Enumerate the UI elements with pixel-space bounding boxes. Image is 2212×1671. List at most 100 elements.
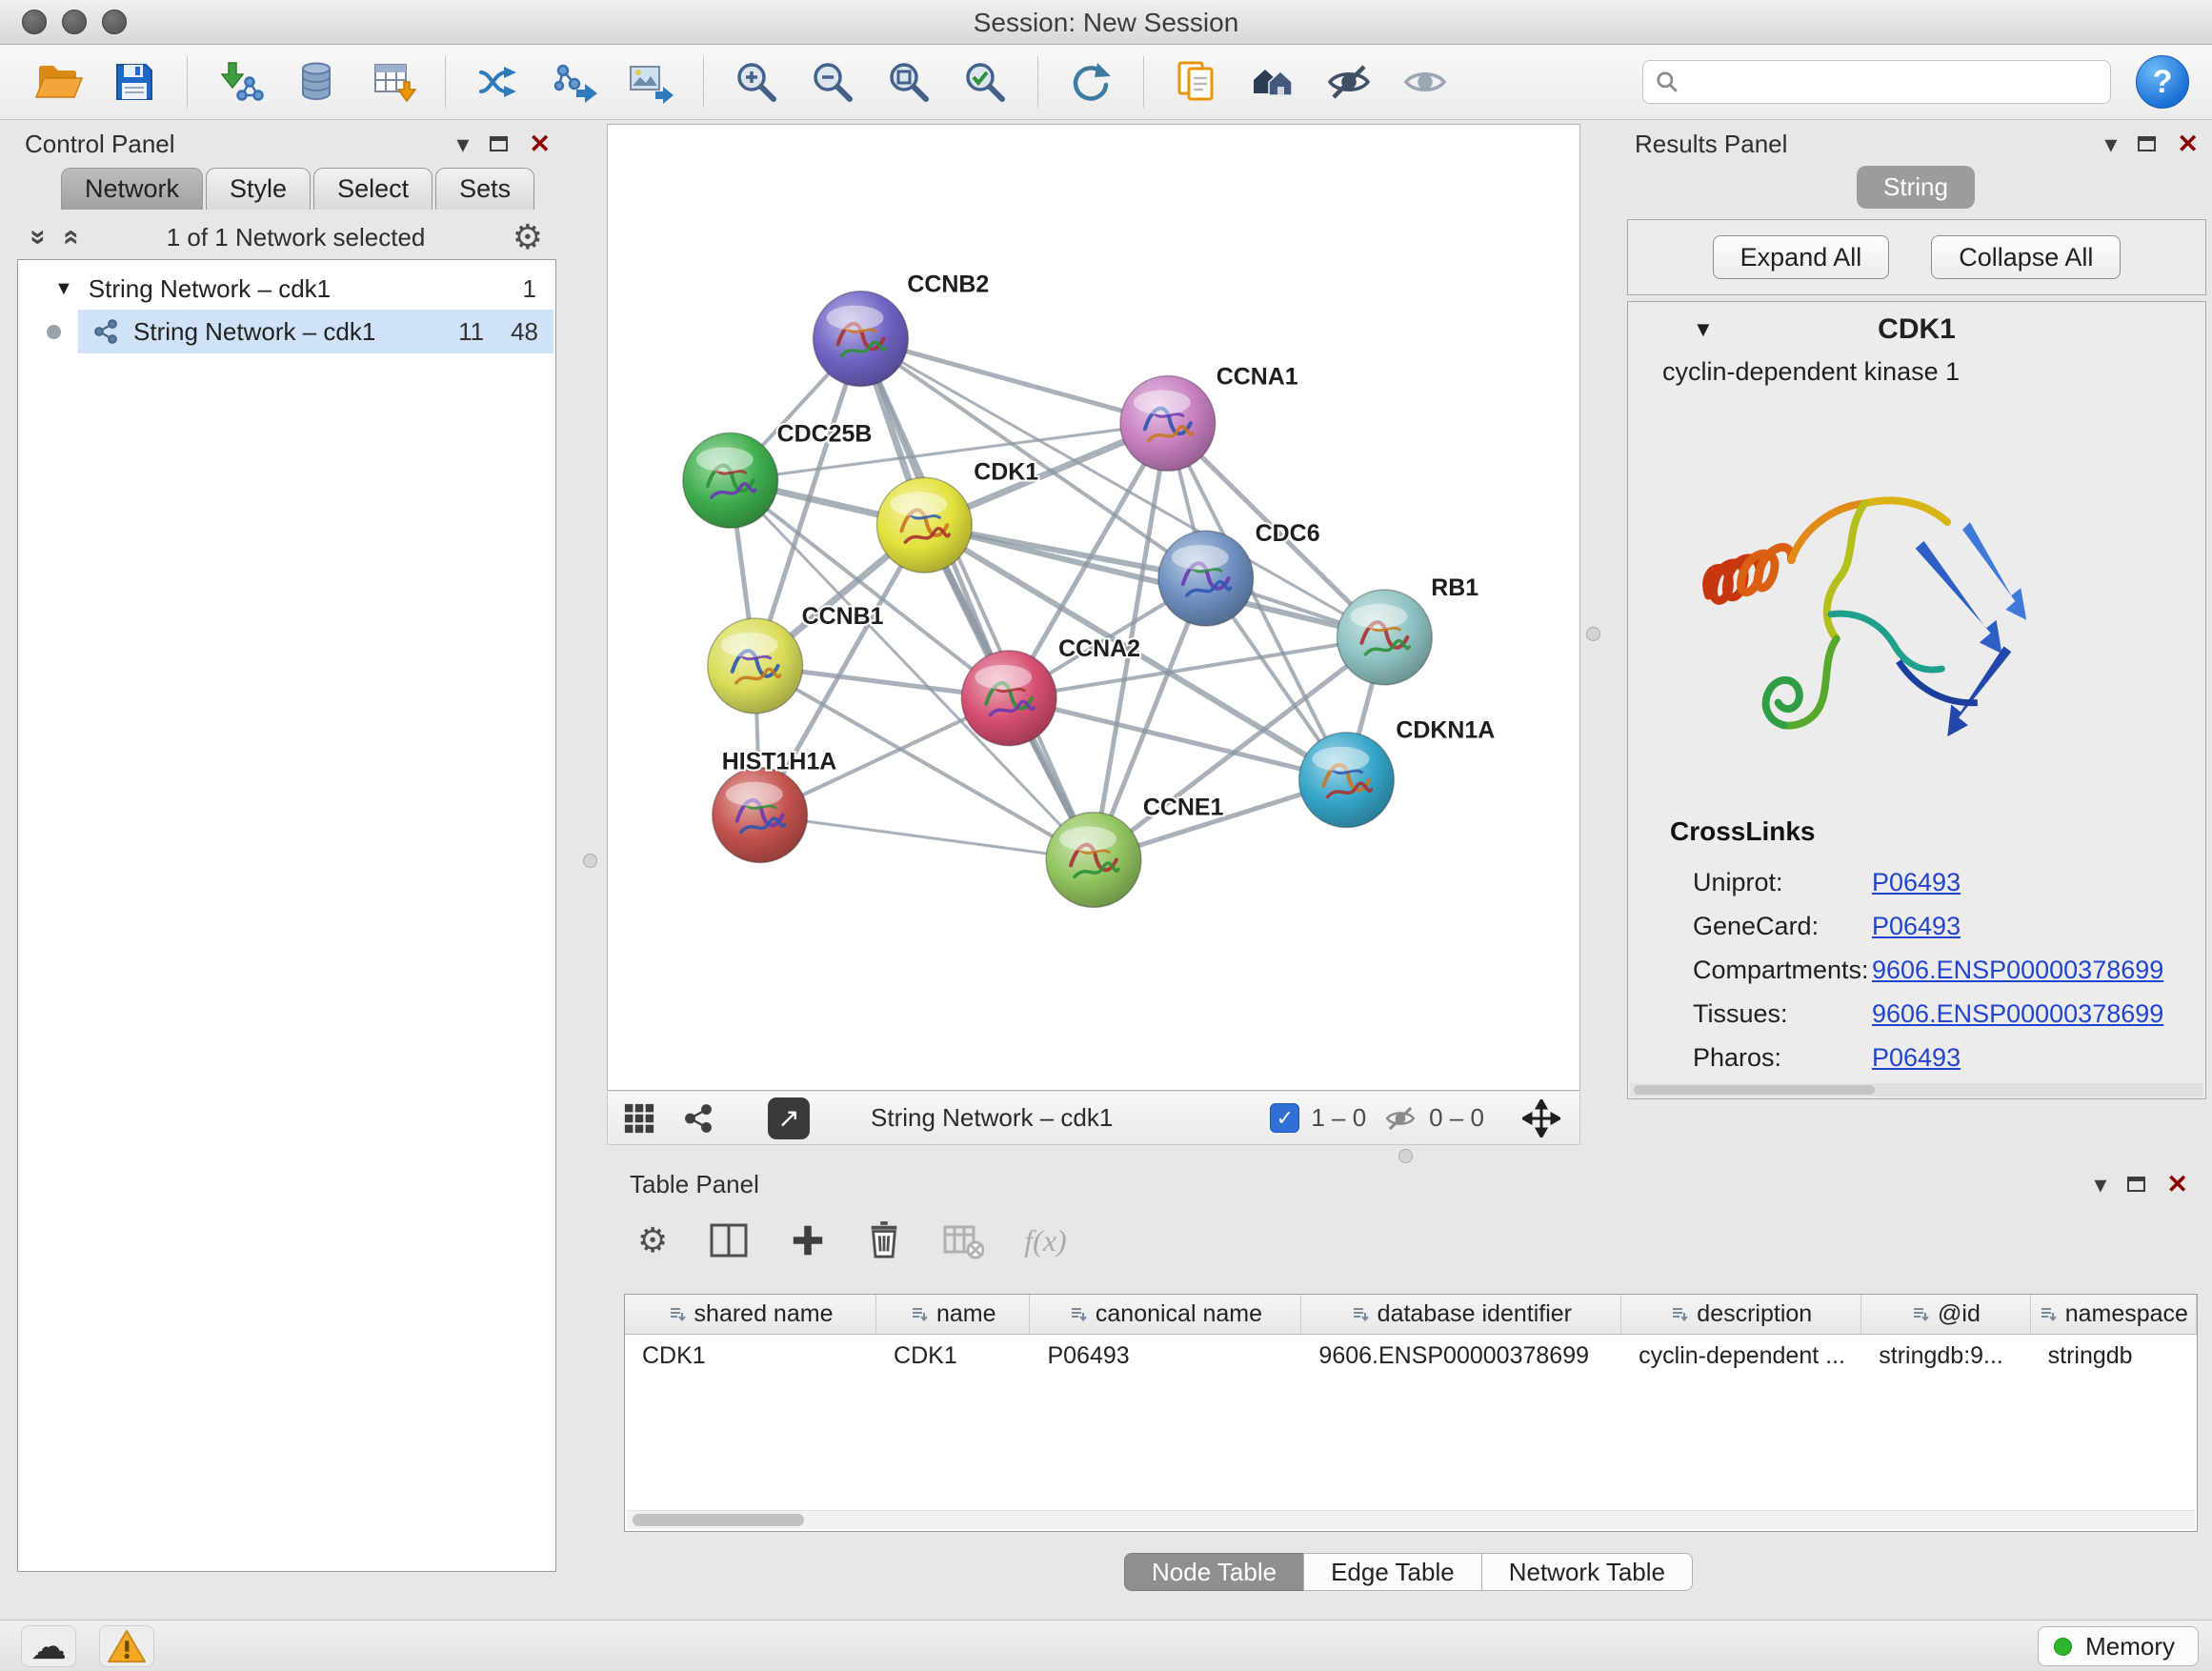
left-splitter-handle[interactable] [583, 854, 597, 868]
scrollbar-thumb[interactable] [633, 1514, 804, 1526]
zoom-fit-button[interactable] [874, 50, 944, 113]
horizontal-splitter-handle[interactable] [1398, 1149, 1413, 1163]
string-results-tab[interactable]: String [1857, 166, 1975, 209]
help-button[interactable]: ? [2136, 55, 2189, 109]
node-CCNB1[interactable]: CCNB1 [708, 603, 884, 714]
node-CCNA1[interactable]: CCNA1 [1120, 363, 1298, 471]
results-panel-close-icon[interactable]: ✕ [2177, 131, 2199, 157]
column-header-description[interactable]: description [1621, 1295, 1861, 1334]
import-table-file-button[interactable] [357, 50, 428, 113]
import-network-database-button[interactable] [281, 50, 352, 113]
refresh-view-button[interactable] [1056, 50, 1126, 113]
control-panel-close-icon[interactable]: ✕ [529, 131, 551, 157]
pan-view-icon[interactable] [1522, 1099, 1560, 1137]
table-panel-menu-icon[interactable]: ▾ [2094, 1172, 2106, 1197]
tab-node-table[interactable]: Node Table [1124, 1553, 1304, 1591]
table-panel-close-icon[interactable]: ✕ [2166, 1172, 2188, 1198]
tab-select[interactable]: Select [313, 168, 432, 210]
cloud-status-button[interactable]: ☁ [21, 1625, 76, 1667]
scrollbar-thumb[interactable] [1634, 1085, 1875, 1095]
column-header--id[interactable]: @id [1861, 1295, 2030, 1334]
table-panel-float-icon[interactable] [2127, 1177, 2145, 1192]
new-network-from-selection-button[interactable] [463, 50, 533, 113]
crosslink-value-link[interactable]: P06493 [1872, 912, 1961, 941]
table-settings-gear-icon[interactable]: ⚙ [637, 1223, 668, 1258]
zoom-in-button[interactable] [721, 50, 792, 113]
search-input[interactable] [1689, 68, 2099, 97]
import-network-file-button[interactable] [205, 50, 275, 113]
open-session-button[interactable] [23, 50, 93, 113]
hide-selected-button[interactable] [1314, 50, 1384, 113]
protein-collapse-icon[interactable]: ▼ [1693, 317, 1714, 342]
edge-HIST1H1A-CCNE1[interactable] [760, 815, 1094, 860]
tab-sets[interactable]: Sets [435, 168, 534, 210]
table-cell[interactable]: CDK1 [625, 1342, 876, 1370]
column-header-canonical-name[interactable]: canonical name [1030, 1295, 1301, 1334]
export-view-button[interactable]: ↗ [768, 1097, 810, 1139]
network-overview-icon[interactable] [682, 1102, 714, 1135]
tab-edge-table[interactable]: Edge Table [1303, 1553, 1482, 1591]
export-image-button[interactable] [615, 50, 686, 113]
right-splitter-handle[interactable] [1586, 627, 1600, 641]
selected-nodes-checkbox[interactable]: ✓ [1270, 1103, 1299, 1133]
network-view-canvas[interactable]: CCNB2CCNA1CDC25BCDK1CDC6RB1CCNB1CCNA2CDK… [607, 124, 1580, 1091]
node-RB1[interactable]: RB1 [1337, 574, 1478, 685]
tab-network-table[interactable]: Network Table [1481, 1553, 1693, 1591]
expand-all-networks-icon[interactable]: » [22, 230, 54, 246]
show-columns-icon[interactable] [708, 1221, 750, 1259]
birdseye-view-icon[interactable] [623, 1102, 655, 1135]
protein-description: cyclin-dependent kinase 1 [1628, 357, 2205, 387]
column-header-shared-name[interactable]: shared name [625, 1295, 876, 1334]
export-network-button[interactable] [539, 50, 610, 113]
table-cell[interactable]: P06493 [1030, 1342, 1301, 1370]
table-cell[interactable]: 9606.ENSP00000378699 [1301, 1342, 1621, 1370]
network-options-gear-icon[interactable]: ⚙ [513, 220, 543, 254]
table-cell[interactable]: cyclin-dependent ... [1621, 1342, 1861, 1370]
node-CDK1[interactable]: CDK1 [876, 458, 1038, 573]
node-label-HIST1H1A: HIST1H1A [722, 749, 837, 775]
table-row[interactable]: CDK1CDK1P064939606.ENSP00000378699cyclin… [625, 1335, 2197, 1377]
crosslink-value-link[interactable]: 9606.ENSP00000378699 [1872, 956, 2163, 985]
column-header-name[interactable]: name [876, 1295, 1030, 1334]
node-CDC6[interactable]: CDC6 [1158, 520, 1320, 626]
crosslink-value-link[interactable]: P06493 [1872, 1043, 1961, 1073]
table-horizontal-scrollbar[interactable] [627, 1510, 2195, 1529]
results-horizontal-scrollbar[interactable] [1630, 1083, 2203, 1097]
results-panel-float-icon[interactable] [2138, 136, 2156, 151]
cybrowser-home-button[interactable] [1237, 50, 1308, 113]
zoom-out-button[interactable] [797, 50, 868, 113]
tab-style[interactable]: Style [206, 168, 311, 210]
show-all-button[interactable] [1390, 50, 1460, 113]
hidden-eye-slash-icon[interactable] [1383, 1101, 1418, 1136]
expand-all-button[interactable]: Expand All [1713, 235, 1890, 279]
edge-CCNB2-CCNE1[interactable] [860, 339, 1094, 860]
crosslink-value-link[interactable]: P06493 [1872, 868, 1961, 897]
table-cell[interactable]: stringdb [2031, 1342, 2197, 1370]
database-icon [292, 57, 341, 107]
delete-column-trash-icon[interactable] [866, 1220, 902, 1260]
crosslink-value-link[interactable]: 9606.ENSP00000378699 [1872, 999, 2163, 1029]
node-HIST1H1A[interactable]: HIST1H1A [713, 749, 837, 863]
network-row-selected[interactable]: String Network – cdk1 11 48 [78, 310, 553, 353]
table-cell[interactable]: CDK1 [876, 1342, 1030, 1370]
network-row[interactable]: String Network – cdk1 11 48 [20, 310, 553, 353]
control-panel-menu-icon[interactable]: ▾ [456, 131, 469, 156]
collapse-all-networks-icon[interactable]: « [55, 230, 88, 246]
table-cell[interactable]: stringdb:9... [1861, 1342, 2030, 1370]
collection-expand-icon[interactable]: ▼ [54, 278, 73, 300]
warnings-button[interactable] [99, 1625, 154, 1667]
control-panel-float-icon[interactable] [490, 136, 508, 151]
zoom-selected-button[interactable] [950, 50, 1020, 113]
network-collection-row[interactable]: ▼ String Network – cdk1 1 [20, 268, 553, 310]
column-header-namespace[interactable]: namespace [2031, 1295, 2197, 1334]
collapse-all-button[interactable]: Collapse All [1931, 235, 2121, 279]
tab-network[interactable]: Network [61, 168, 203, 210]
node-CDC25B[interactable]: CDC25B [683, 420, 873, 528]
column-header-database-identifier[interactable]: database identifier [1301, 1295, 1621, 1334]
node-CDKN1A[interactable]: CDKN1A [1299, 717, 1496, 828]
memory-button[interactable]: Memory [2038, 1626, 2199, 1666]
copy-document-button[interactable] [1161, 50, 1232, 113]
save-session-button[interactable] [99, 50, 170, 113]
add-column-icon[interactable] [790, 1222, 826, 1258]
results-panel-menu-icon[interactable]: ▾ [2104, 131, 2117, 156]
